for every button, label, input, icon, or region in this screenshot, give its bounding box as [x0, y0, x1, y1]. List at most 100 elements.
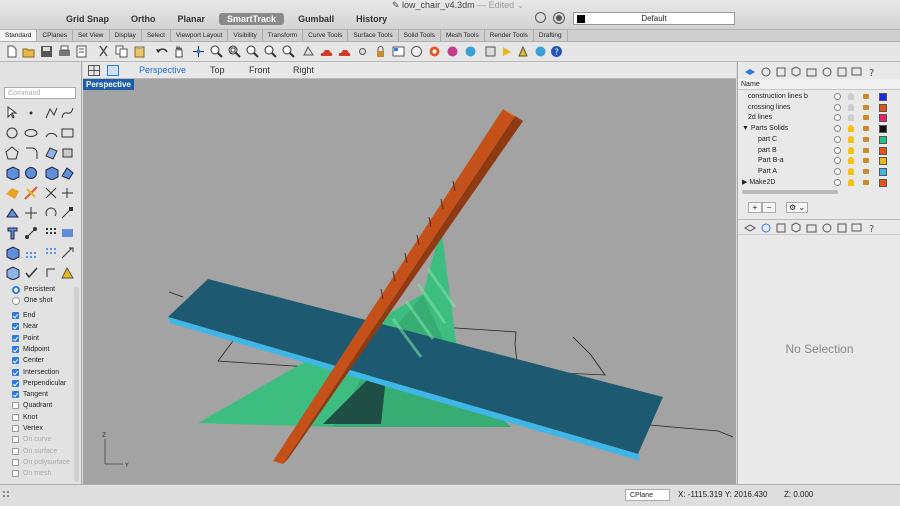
- extrude-icon[interactable]: [60, 146, 75, 160]
- object-properties-icon[interactable]: [410, 45, 423, 58]
- tab-drafting[interactable]: Drafting: [534, 30, 568, 41]
- one-shot-radio[interactable]: [12, 296, 20, 305]
- render-tab-icon[interactable]: [822, 67, 832, 77]
- layer-list-scrollbar[interactable]: [742, 190, 838, 194]
- layer-row[interactable]: ▶ Make2D: [738, 177, 900, 188]
- move-icon[interactable]: [24, 206, 39, 220]
- rectangle-icon[interactable]: [60, 126, 75, 140]
- fillet-icon[interactable]: [24, 146, 39, 160]
- layer-color-swatch[interactable]: [879, 125, 887, 134]
- layer-color-swatch[interactable]: [879, 114, 887, 123]
- filter-icon[interactable]: [535, 12, 546, 23]
- persistent-radio[interactable]: [12, 285, 20, 294]
- point-icon[interactable]: [24, 106, 39, 120]
- arc-icon[interactable]: [44, 126, 59, 140]
- layer-current-icon[interactable]: [834, 167, 841, 175]
- osnap-checkbox[interactable]: [12, 391, 19, 399]
- render-icon[interactable]: [338, 45, 351, 58]
- points-grid-icon[interactable]: [44, 246, 59, 260]
- osnap-perpendicular[interactable]: Perpendicular: [12, 378, 66, 389]
- layer-current-icon[interactable]: [834, 93, 841, 100]
- osnap-checkbox[interactable]: [12, 357, 19, 365]
- lightbulb-icon[interactable]: [848, 125, 854, 133]
- osnap-persistent[interactable]: Persistent: [12, 284, 55, 295]
- zoom-selected-icon[interactable]: [264, 45, 277, 58]
- layer-current-icon[interactable]: [834, 114, 841, 122]
- light-icon[interactable]: [516, 45, 529, 58]
- car-shade-icon[interactable]: [320, 45, 333, 58]
- osnap-scrollbar[interactable]: [74, 287, 79, 482]
- join-icon[interactable]: [5, 206, 20, 220]
- lock-icon[interactable]: [863, 158, 869, 164]
- layer-row[interactable]: construction lines b: [738, 91, 900, 102]
- environment-icon[interactable]: [464, 45, 477, 58]
- osnap-checkbox[interactable]: [12, 345, 19, 353]
- osnap-checkbox[interactable]: [12, 368, 19, 376]
- layer-current-icon[interactable]: [834, 146, 841, 154]
- tab-solid-tools[interactable]: Solid Tools: [399, 30, 441, 41]
- display-tab-icon[interactable]: [776, 67, 786, 77]
- single-view-layout-icon[interactable]: [107, 65, 119, 76]
- tab-front[interactable]: Front: [249, 65, 270, 75]
- trim-icon[interactable]: [44, 186, 59, 200]
- tab-curve-tools[interactable]: Curve Tools: [303, 30, 349, 41]
- options-icon[interactable]: [484, 45, 497, 58]
- mesh-icon[interactable]: [44, 166, 59, 180]
- perspective-viewport[interactable]: Perspective Z Y: [83, 79, 736, 484]
- osnap-checkbox[interactable]: [12, 334, 19, 342]
- osnap-point[interactable]: Point: [12, 333, 39, 344]
- dimension-tool-icon[interactable]: [5, 186, 20, 200]
- lightbulb-icon[interactable]: [848, 146, 854, 154]
- select-arrow-icon[interactable]: [5, 106, 20, 120]
- tab-display[interactable]: Display: [110, 30, 142, 41]
- layers-tab2-icon[interactable]: [744, 224, 756, 232]
- layer-color-swatch[interactable]: [879, 93, 887, 101]
- layer-color-swatch[interactable]: [879, 157, 887, 166]
- match-properties-icon[interactable]: [428, 45, 441, 58]
- camera-tab-icon[interactable]: [806, 68, 817, 77]
- osnap-near[interactable]: Near: [12, 321, 38, 332]
- views2-tab-icon[interactable]: [851, 223, 862, 232]
- lock-icon[interactable]: [863, 115, 869, 121]
- lightbulb-icon[interactable]: [848, 157, 854, 165]
- cube-icon[interactable]: [5, 266, 20, 280]
- grid-snap-toggle[interactable]: Grid Snap: [58, 13, 117, 25]
- tab-mesh-tools[interactable]: Mesh Tools: [441, 30, 485, 41]
- nudge-icon[interactable]: [44, 266, 59, 280]
- tab-perspective[interactable]: Perspective: [139, 65, 186, 75]
- osnap-on-surface[interactable]: On surface: [12, 446, 57, 457]
- tab-render-tools[interactable]: Render Tools: [485, 30, 534, 41]
- osnap-checkbox[interactable]: [12, 458, 19, 466]
- pan-icon[interactable]: [172, 45, 185, 58]
- ortho-toggle[interactable]: Ortho: [123, 13, 164, 25]
- render-tool-icon[interactable]: [60, 266, 75, 280]
- drafting-tool-icon[interactable]: [60, 246, 75, 260]
- resize-grip-icon[interactable]: [3, 491, 13, 500]
- explode-icon[interactable]: [24, 186, 39, 200]
- tab-select[interactable]: Select: [142, 30, 171, 41]
- materials-tab-icon[interactable]: [791, 66, 801, 77]
- undo-view-icon[interactable]: [282, 45, 295, 58]
- ellipse-icon[interactable]: [24, 126, 39, 140]
- lightbulb-icon[interactable]: [848, 178, 854, 186]
- layer-current-icon[interactable]: [834, 125, 841, 133]
- osnap-checkbox[interactable]: [12, 436, 19, 444]
- polyline-icon[interactable]: [44, 106, 59, 120]
- record-history-icon[interactable]: [553, 12, 565, 24]
- curve-icon[interactable]: [60, 106, 75, 120]
- tab-standard[interactable]: Standard: [0, 30, 38, 41]
- zoom-extents-icon[interactable]: [246, 45, 259, 58]
- analyze-icon[interactable]: [60, 226, 75, 240]
- history-toggle[interactable]: History: [348, 13, 395, 25]
- open-file-icon[interactable]: [22, 45, 35, 58]
- tab-top[interactable]: Top: [210, 65, 225, 75]
- help2-tab-icon[interactable]: ?: [869, 224, 874, 234]
- smarttrack-toggle[interactable]: SmartTrack: [219, 13, 285, 25]
- grid-tab-icon[interactable]: [837, 67, 847, 77]
- lock-icon[interactable]: [863, 168, 869, 174]
- lightbulb-icon[interactable]: [848, 114, 854, 122]
- layer-color-swatch[interactable]: [879, 103, 887, 112]
- layer-color-swatch[interactable]: [879, 178, 887, 187]
- zoom-dynamic-icon[interactable]: [210, 45, 223, 58]
- osnap-on-mesh[interactable]: On mesh: [12, 468, 51, 479]
